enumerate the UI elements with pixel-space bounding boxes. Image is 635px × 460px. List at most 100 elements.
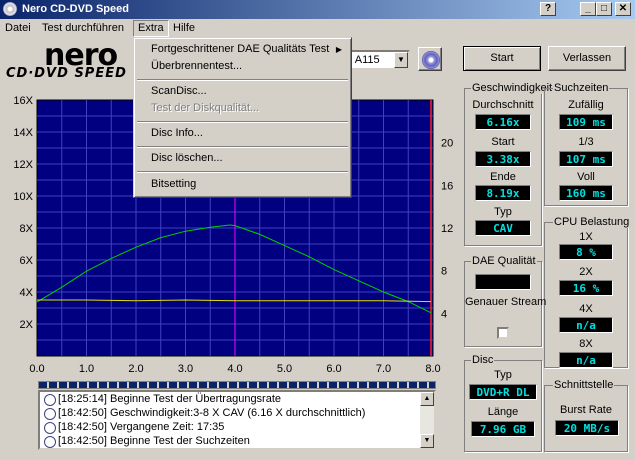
exact-stream-checkbox[interactable] (497, 327, 509, 339)
info-icon (44, 394, 56, 406)
log-time: [18:42:50] (58, 421, 107, 433)
log-time: [18:42:50] (58, 407, 107, 419)
menu-item-label: Fortgeschrittener DAE Qualitäts Test (151, 43, 330, 55)
cpu-1x-value: 8 % (559, 244, 613, 260)
disc-info-button[interactable] (418, 47, 442, 71)
y-right-tick-label: 20 (441, 138, 453, 150)
y-right-tick-label: 16 (441, 180, 453, 192)
x-tick-label: 3.0 (178, 363, 193, 375)
average-label: Durchschnitt (472, 99, 534, 111)
start-label: Start (491, 136, 515, 148)
disc-type-value: DVD+R DL (469, 384, 537, 400)
log-text: Vergangene Zeit: 17:35 (110, 421, 225, 433)
end-label: Ende (490, 171, 516, 183)
log-text: Geschwindigkeit:3-8 X CAV (6.16 X durchs… (110, 407, 366, 419)
menu-item-bitsetting[interactable]: Bitsetting (137, 176, 348, 193)
progress-bar (38, 381, 436, 389)
menu-extra[interactable]: Extra (133, 20, 169, 37)
info-icon (44, 408, 56, 420)
menu-datei[interactable]: Datei (1, 21, 35, 36)
random-label: Zufällig (568, 99, 604, 111)
minimize-icon[interactable]: _ (580, 2, 596, 16)
menu-item-scandisc[interactable]: ScanDisc... (137, 83, 348, 100)
disc-group-title: Disc (471, 354, 495, 366)
exit-button[interactable]: Verlassen (548, 46, 626, 71)
disc-length-label: Länge (487, 406, 519, 418)
x-tick-label: 4.0 (227, 363, 242, 375)
seek-group: Suchzeiten Zufällig 109 ms 1/3 107 ms Vo… (544, 82, 628, 206)
log-entry: [18:25:14] Beginne Test der Übertragungs… (40, 393, 420, 407)
dae-value (475, 274, 531, 290)
log-list[interactable]: [18:25:14] Beginne Test der Übertragungs… (38, 390, 436, 450)
disc-icon (422, 51, 440, 69)
cpu-4x-value: n/a (559, 317, 613, 333)
y-tick-label: 12X (13, 159, 33, 171)
y-tick-label: 6X (20, 255, 34, 267)
maximize-icon[interactable]: □ (596, 2, 612, 16)
menu-test[interactable]: Test durchführen (38, 21, 128, 36)
cpu-8x-value: n/a (559, 352, 613, 368)
x-tick-label: 0.0 (29, 363, 44, 375)
y-right-tick-label: 12 (441, 223, 453, 235)
menu-item-overburn[interactable]: Überbrennentest... (137, 58, 348, 75)
dae-group: DAE Qualität Genauer Stream (464, 255, 547, 347)
cpu-2x-value: 16 % (559, 280, 613, 296)
log-time: [18:42:50] (58, 435, 107, 447)
log-entry: [18:42:50] Geschwindigkeit:3-8 X CAV (6.… (40, 407, 420, 421)
y-tick-label: 2X (20, 319, 34, 331)
extra-menu: Fortgeschrittener DAE Qualitäts Test ▶ Ü… (133, 37, 352, 198)
menu-separator (137, 146, 348, 148)
menu-item-dae-test[interactable]: Fortgeschrittener DAE Qualitäts Test ▶ (137, 41, 348, 58)
y-tick-label: 10X (13, 191, 33, 203)
info-icon (44, 422, 56, 434)
x-tick-label: 2.0 (128, 363, 143, 375)
log-scrollbar[interactable]: ▲ ▼ (420, 392, 434, 448)
menu-item-disc-info[interactable]: Disc Info... (137, 125, 348, 142)
menu-separator (137, 171, 348, 173)
start-button[interactable]: Start (463, 46, 541, 71)
log-text: Beginne Test der Übertragungsrate (110, 393, 282, 405)
cpu-group: CPU Belastung 1X 8 % 2X 16 % 4X n/a 8X n… (544, 216, 631, 368)
title-bar[interactable]: Nero CD-DVD Speed ? _ □ ✕ (0, 0, 635, 19)
submenu-arrow-icon: ▶ (335, 45, 342, 54)
close-icon[interactable]: ✕ (615, 2, 631, 16)
disc-group: Disc Typ DVD+R DL Länge 7.96 GB (464, 354, 542, 452)
type-label: Typ (494, 206, 512, 218)
log-entry: [18:42:50] Vergangene Zeit: 17:35 (40, 421, 420, 435)
burst-label: Burst Rate (560, 404, 612, 416)
exact-stream-label: Genauer Stream (465, 296, 547, 308)
x-tick-label: 8.0 (425, 363, 440, 375)
y-tick-label: 8X (20, 223, 34, 235)
info-icon (44, 436, 56, 448)
x-tick-label: 7.0 (376, 363, 391, 375)
scroll-up-icon[interactable]: ▲ (420, 392, 434, 406)
disc-length-value: 7.96 GB (471, 421, 535, 437)
cpu-1x-label: 1X (579, 231, 593, 243)
menu-separator (137, 79, 348, 81)
speed-group: Geschwindigkeit Durchschnitt 6.16x Start… (464, 82, 554, 246)
cpu-4x-label: 4X (579, 303, 593, 315)
menu-item-erase-disc[interactable]: Disc löschen... (137, 150, 348, 167)
third-label: 1/3 (578, 136, 594, 148)
menu-hilfe[interactable]: Hilfe (169, 21, 199, 36)
chevron-down-icon[interactable]: ▼ (394, 52, 408, 68)
type-value: CAV (475, 220, 531, 236)
y-tick-label: 16X (13, 95, 33, 107)
dae-group-title: DAE Qualität (471, 255, 537, 267)
y-tick-label: 14X (13, 127, 33, 139)
burst-value: 20 MB/s (555, 420, 619, 436)
log-entry: [18:42:50] Beginne Test der Suchzeiten (40, 435, 420, 448)
y-right-tick-label: 8 (441, 266, 447, 278)
full-value: 160 ms (559, 185, 613, 201)
x-tick-label: 6.0 (326, 363, 341, 375)
scroll-down-icon[interactable]: ▼ (420, 434, 434, 448)
cpu-2x-label: 2X (579, 266, 593, 278)
help-icon[interactable]: ? (540, 2, 556, 16)
seek-group-title: Suchzeiten (553, 82, 610, 94)
disc-type-label: Typ (494, 369, 512, 381)
cpu-8x-label: 8X (579, 338, 593, 350)
app-icon[interactable] (3, 2, 17, 16)
start-value: 3.38x (475, 151, 531, 167)
interface-group-title: Schnittstelle (553, 379, 615, 391)
window-title: Nero CD-DVD Speed (22, 3, 129, 15)
